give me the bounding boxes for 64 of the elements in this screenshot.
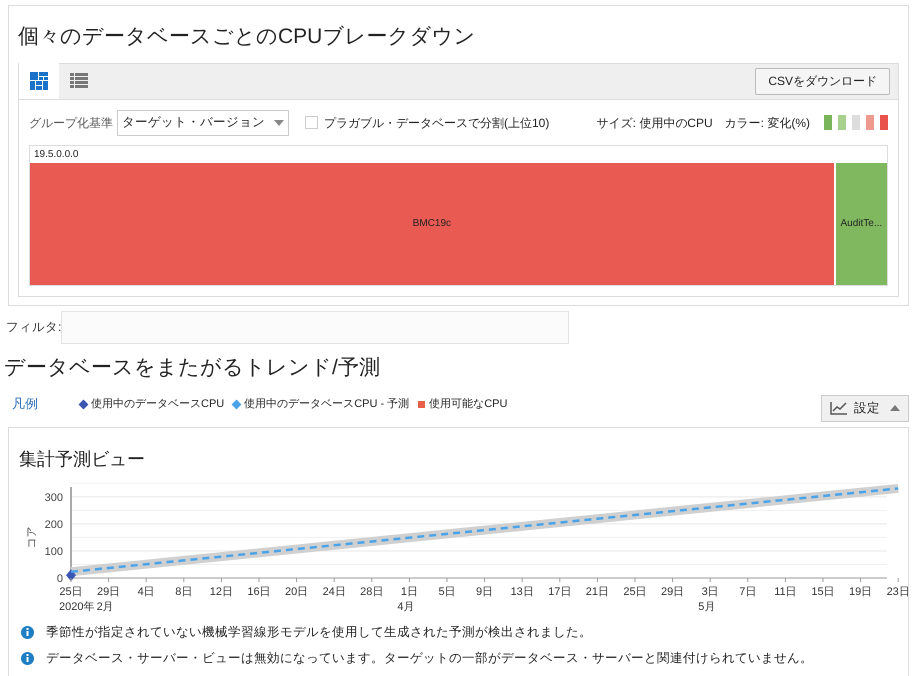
x-tick-label: 11日 [774, 586, 797, 598]
filter-field[interactable] [61, 310, 570, 344]
x-tick-label: 24日 [322, 586, 346, 598]
x-tick-label: 20日 [284, 586, 308, 598]
filter-label: フィルタ: [6, 318, 62, 336]
info-icon [21, 652, 34, 664]
size-label: サイズ: 使用中のCPU [596, 114, 713, 132]
section-title: 個々のデータベースごとのCPUブレークダウン [18, 24, 476, 50]
treemap-cell[interactable]: AuditTe... [836, 162, 887, 284]
settings-button[interactable]: 設定 [821, 394, 909, 422]
checkbox[interactable] [305, 116, 318, 129]
x-group-label: 2020年 [59, 601, 94, 613]
x-tick-label: 15日 [811, 586, 835, 598]
x-tick-label: 12日 [210, 586, 234, 598]
x-tick-label: 29日 [660, 586, 684, 598]
panel-title: 集計予測ビュー [19, 448, 146, 471]
legend-label: 使用可能なCPU [429, 396, 508, 412]
y-axis-label: コア [26, 526, 38, 548]
section-title: データベースをまたがるトレンド/予測 [4, 354, 381, 380]
x-tick-label: 7日 [739, 586, 756, 598]
color-label: カラー: 変化(%) [724, 114, 810, 132]
x-group-label: 2月 [96, 601, 114, 613]
cell-label: BMC19c [412, 217, 452, 231]
group-by-label: グループ化基準 [29, 114, 113, 132]
x-tick-label: 16日 [247, 586, 271, 598]
x-tick-label: 23日 [886, 586, 908, 598]
download-csv-button[interactable]: CSVをダウンロード [755, 68, 890, 94]
y-tick-label: 0 [56, 573, 63, 585]
x-tick-label: 28日 [360, 586, 384, 598]
x-group-label: 5月 [698, 601, 716, 613]
x-tick-label: 19日 [848, 586, 872, 598]
legend-label: 使用中のデータベースCPU - 予測 [244, 396, 410, 412]
legend-label: 使用中のデータベースCPU [91, 396, 224, 412]
x-tick-label: 25日 [623, 586, 647, 598]
x-tick-label: 29日 [96, 586, 120, 598]
x-tick-label: 4日 [138, 586, 155, 598]
x-tick-label: 1日 [400, 586, 418, 598]
treemap-icon [30, 72, 48, 90]
x-tick-label: 21日 [586, 586, 610, 598]
checkbox-label: プラガブル・データベースで分割(上位10) [324, 114, 550, 132]
x-tick-label: 17日 [548, 586, 572, 598]
y-tick-label: 100 [44, 546, 63, 558]
x-tick-label: 25日 [59, 586, 83, 598]
x-tick-label: 13日 [510, 586, 534, 598]
y-tick-label: 200 [44, 518, 63, 531]
view-tab[interactable] [19, 63, 59, 99]
info-icon [21, 626, 34, 638]
table-icon [70, 73, 88, 89]
treemap-cell[interactable]: BMC19c [30, 162, 834, 284]
y-tick-label: 300 [44, 492, 63, 504]
caret-icon [890, 405, 900, 411]
group-by-select[interactable]: ターゲット・バージョン [117, 110, 289, 136]
group-label: 19.5.0.0.0 [33, 148, 80, 162]
x-tick-label: 8日 [175, 586, 192, 598]
info-message: データベース・サーバー・ビューは無効になっています。ターゲットの一部がデータベース・サーバーと関連付けられていません。 [46, 650, 813, 667]
info-message: 季節性が指定されていない機械学習線形モデルを使用して生成された予測が検出されました。 [46, 624, 592, 641]
legend-link[interactable]: 凡例 [12, 394, 38, 414]
x-tick-label: 5日 [438, 586, 456, 598]
cell-label: AuditTe... [840, 217, 882, 231]
line-chart-icon [830, 401, 848, 415]
x-group-label: 4月 [397, 601, 415, 613]
x-tick-label: 3日 [702, 586, 719, 598]
caret-icon [274, 120, 284, 126]
x-tick-label: 9日 [476, 586, 494, 598]
